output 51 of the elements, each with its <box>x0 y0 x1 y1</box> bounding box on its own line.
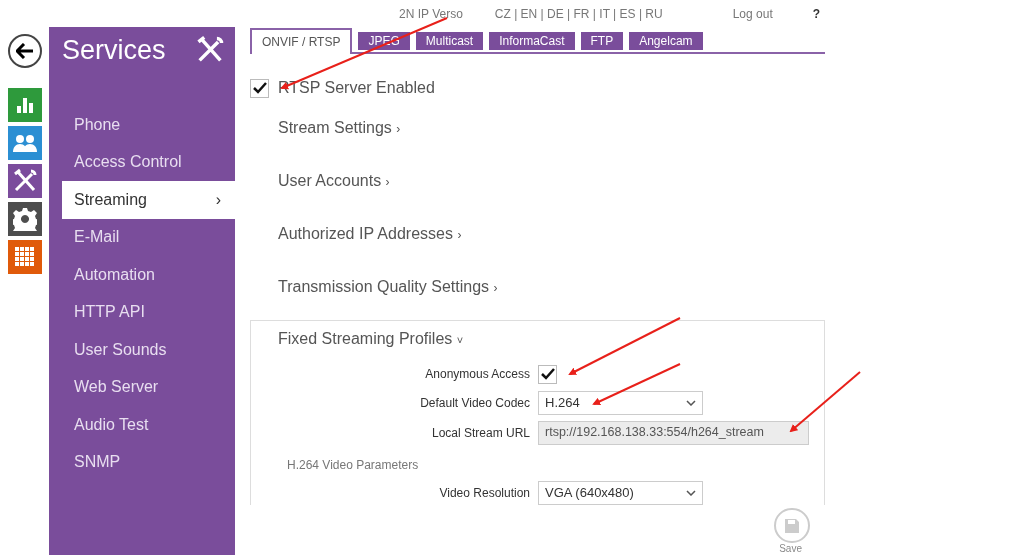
nav-tile[interactable] <box>7 240 42 274</box>
section-link[interactable]: Fixed Streaming Profiles ˅ <box>278 327 824 351</box>
caret-icon <box>686 489 696 496</box>
sidebar-item[interactable]: Web Server <box>62 368 235 406</box>
caret-icon <box>686 399 696 406</box>
subsection-heading: H.264 Video Parameters <box>286 457 420 474</box>
language-links[interactable]: CZ | EN | DE | FR | IT | ES | RU <box>494 5 663 23</box>
sidebar-item[interactable]: User Sounds <box>62 331 235 369</box>
device-name: 2N IP Verso <box>399 6 463 23</box>
field-label: Default Video Codec <box>419 394 531 412</box>
checkbox[interactable] <box>538 364 557 384</box>
nav-tile[interactable] <box>7 126 42 160</box>
field-label: Local Stream URL <box>430 424 531 442</box>
checkbox[interactable] <box>250 78 269 98</box>
sidebar-item[interactable]: Audio Test <box>62 406 235 444</box>
logout-link[interactable]: Log out <box>732 5 773 23</box>
sidebar-title: Services <box>62 33 166 67</box>
section-link[interactable]: User Accounts › <box>278 161 1017 214</box>
tab[interactable]: Multicast <box>415 32 484 50</box>
sidebar-item[interactable]: E-Mail <box>62 218 235 256</box>
nav-tile[interactable] <box>7 202 42 236</box>
back-arrow-icon <box>15 43 34 59</box>
tab[interactable]: FTP <box>580 32 624 50</box>
tab[interactable]: ONVIF / RTSP <box>250 28 353 54</box>
tools-icon <box>11 168 38 194</box>
annotation-arrow <box>789 371 861 433</box>
save-label: Save <box>779 543 802 555</box>
nav-tile[interactable] <box>7 88 42 122</box>
back-button[interactable] <box>7 34 42 68</box>
sidebar-item[interactable]: SNMP <box>62 443 235 481</box>
select-field[interactable]: VGA (640x480) <box>538 480 703 505</box>
sidebar-item[interactable]: Access Control <box>62 143 235 181</box>
sidebar-item[interactable]: Streaming › <box>62 181 235 219</box>
nav-tile[interactable] <box>7 164 42 198</box>
gear-icon <box>12 207 37 231</box>
field-label: Video Resolution <box>438 484 531 502</box>
select-field[interactable]: H.264 <box>538 390 703 415</box>
help-link[interactable]: ? <box>812 5 821 23</box>
section-link[interactable]: Stream Settings › <box>278 108 1017 161</box>
grid-icon <box>14 247 35 267</box>
sidebar-item[interactable]: Automation <box>62 256 235 294</box>
tab[interactable]: Angelcam <box>629 32 703 50</box>
tab[interactable]: InformaCast <box>489 32 575 50</box>
bar-chart-icon <box>14 95 35 115</box>
section-link[interactable]: Transmission Quality Settings › <box>278 267 1017 320</box>
users-icon <box>11 132 38 154</box>
url-field: rtsp://192.168.138.33:554/h264_stream <box>538 420 809 445</box>
sidebar-item[interactable]: HTTP API <box>62 293 235 331</box>
section-link[interactable]: Authorized IP Addresses › <box>278 214 1017 267</box>
field-label: Anonymous Access <box>424 366 531 383</box>
sidebar-item[interactable]: Phone <box>62 106 235 144</box>
